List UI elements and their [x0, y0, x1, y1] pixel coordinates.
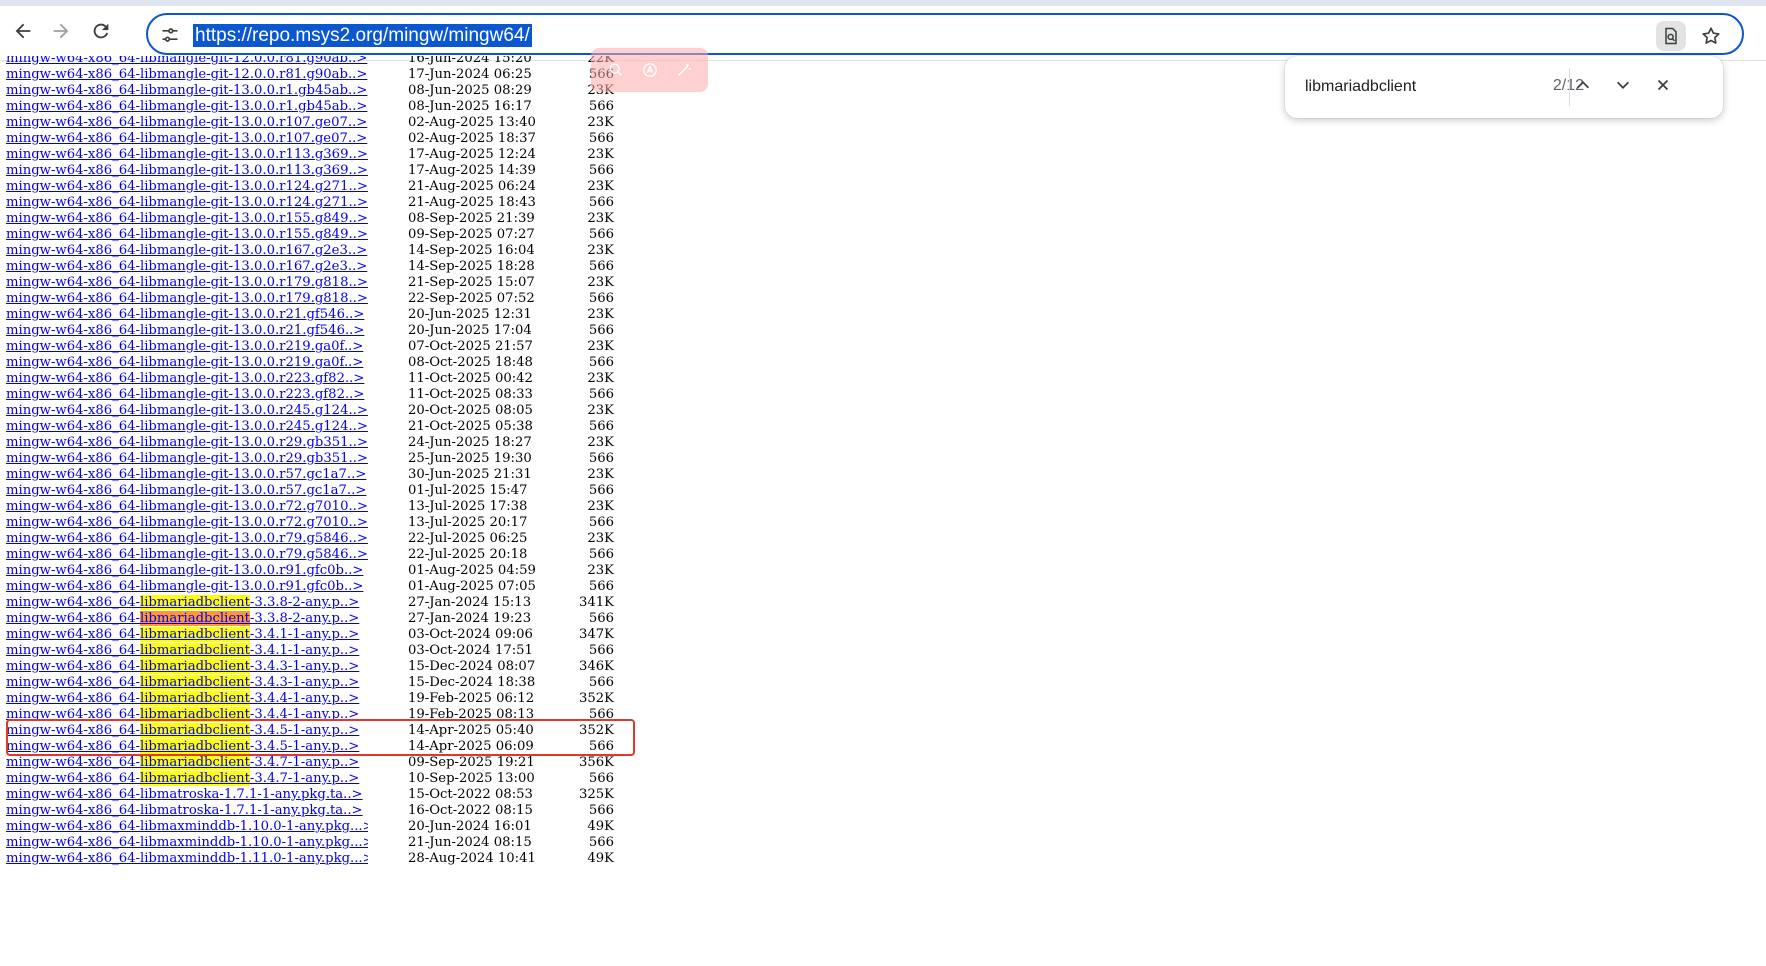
arrow-left-icon: [12, 20, 34, 46]
find-close-button[interactable]: [1649, 73, 1677, 101]
document-search-icon[interactable]: [1656, 21, 1686, 51]
file-size: 49K: [587, 851, 614, 866]
search-icon[interactable]: [607, 61, 625, 79]
listing-row: mingw-w64-x86_64-libmaxminddb-1.11.0-1-a…: [6, 850, 614, 868]
find-highlight: libmariadbclient: [139, 691, 250, 706]
translate-icon[interactable]: [641, 61, 659, 79]
browser-toolbar: https://repo.msys2.org/mingw/mingw64/: [0, 0, 1766, 61]
arrow-right-icon: [50, 20, 72, 46]
selection-toolbar: [591, 48, 708, 92]
find-highlight: libmariadbclient: [139, 739, 250, 754]
back-button[interactable]: [8, 18, 38, 48]
find-highlight: libmariadbclient: [139, 675, 250, 690]
find-highlight: libmariadbclient: [139, 595, 250, 610]
find-input[interactable]: [1305, 76, 1515, 98]
find-highlight: libmariadbclient: [139, 627, 250, 642]
tune-icon[interactable]: [158, 23, 182, 47]
file-date: 28-Aug-2024 10:41: [408, 851, 536, 866]
find-highlight: libmariadbclient: [139, 755, 250, 770]
reload-button[interactable]: [86, 18, 116, 48]
find-highlight: libmariadbclient: [139, 707, 250, 722]
chevron-up-icon: [1574, 76, 1592, 98]
find-highlight: libmariadbclient: [139, 611, 250, 626]
find-next-button[interactable]: [1609, 73, 1637, 101]
find-highlight: libmariadbclient: [139, 659, 250, 674]
find-highlight: libmariadbclient: [139, 771, 250, 786]
find-highlight: libmariadbclient: [139, 723, 250, 738]
reload-icon: [90, 20, 112, 46]
find-bar: 2/12: [1285, 56, 1723, 118]
star-outline-icon[interactable]: [1696, 21, 1726, 51]
find-highlight: libmariadbclient: [139, 643, 250, 658]
file-link[interactable]: mingw-w64-x86_64-libmaxminddb-1.11.0-1-a…: [6, 850, 368, 868]
magic-wand-icon[interactable]: [675, 61, 693, 79]
address-bar[interactable]: https://repo.msys2.org/mingw/mingw64/: [146, 13, 1744, 55]
find-previous-button[interactable]: [1569, 73, 1597, 101]
close-icon: [1654, 76, 1672, 98]
url-text[interactable]: https://repo.msys2.org/mingw/mingw64/: [193, 24, 532, 47]
directory-listing: mingw-w64-x86_64-libmangle-git-12.0.0.r8…: [6, 56, 1296, 966]
forward-button[interactable]: [46, 18, 76, 48]
tab-strip-edge: [0, 0, 1766, 6]
chevron-down-icon: [1614, 76, 1632, 98]
